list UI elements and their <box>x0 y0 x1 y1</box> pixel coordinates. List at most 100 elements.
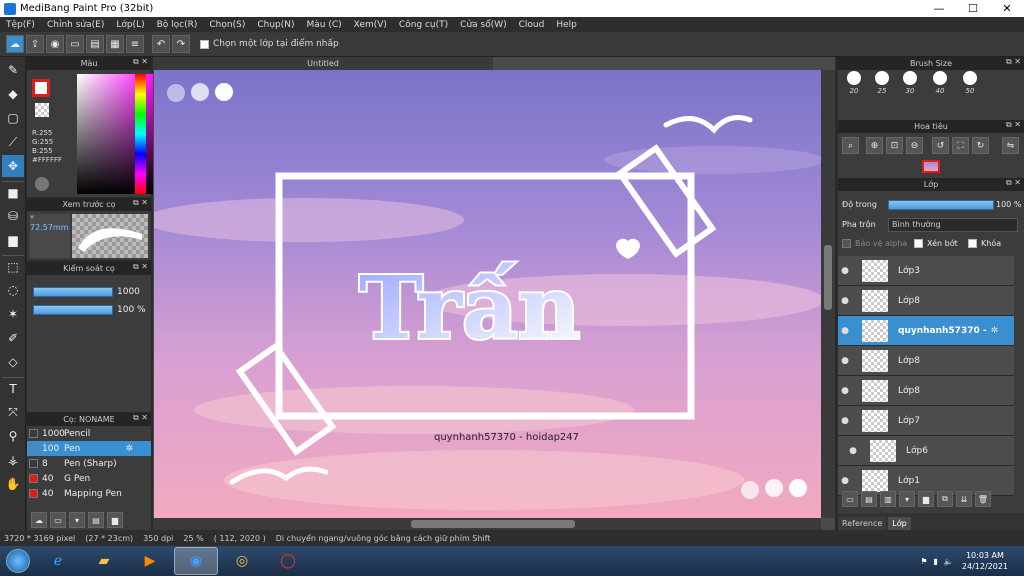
menu-color[interactable]: Màu (C) <box>301 20 348 30</box>
select-layer-on-click-checkbox[interactable]: Chọn một lớp tại điểm nhấp <box>200 39 339 49</box>
zoom-in-icon[interactable]: ⊕ <box>866 137 883 154</box>
flip-icon[interactable]: ⇋ <box>1002 137 1019 154</box>
cloud-brush-icon[interactable]: ☁ <box>31 512 47 528</box>
eye-icon[interactable]: ● <box>838 386 852 396</box>
divide-tool-icon[interactable]: ⤧ <box>2 401 24 423</box>
layer-row[interactable]: ● Lớp8 <box>838 286 1014 316</box>
eye-icon[interactable]: ● <box>846 446 860 456</box>
list-icon[interactable]: ≡ <box>126 35 144 53</box>
network-icon[interactable]: ▮ <box>934 557 938 566</box>
ie-icon[interactable]: ℯ <box>36 547 80 575</box>
menu-help[interactable]: Help <box>550 20 583 30</box>
fullscreen-icon[interactable]: ⛶ <box>952 137 969 154</box>
brush-size-slider[interactable] <box>33 287 113 297</box>
vertical-scrollbar[interactable] <box>821 70 835 518</box>
background-color-swatch[interactable] <box>35 103 49 117</box>
text-tool-icon[interactable]: T <box>2 377 24 399</box>
layer-row[interactable]: ● Lớp8 <box>838 346 1014 376</box>
layer-folder-icon[interactable]: ▆ <box>918 491 934 507</box>
panel-controls-icon[interactable]: ⧉ ✕ <box>1006 178 1021 188</box>
magic-wand-icon[interactable]: ✶ <box>2 303 24 325</box>
brush-opacity-slider[interactable] <box>33 305 113 315</box>
flag-icon[interactable]: ⚑ <box>920 557 927 566</box>
checkbox-box[interactable] <box>842 239 851 248</box>
menu-capture[interactable]: Chụp(N) <box>251 20 300 30</box>
media-player-icon[interactable]: ▶ <box>128 547 172 575</box>
select-tool-icon[interactable]: ⬚ <box>2 255 24 277</box>
gear-icon[interactable]: ✲ <box>125 444 133 454</box>
canvas[interactable]: Trấn quynhanh57370 - hoidap247 <box>154 70 821 518</box>
undo-icon[interactable]: ↶ <box>152 35 170 53</box>
brush-size-20[interactable]: 20 <box>840 71 868 101</box>
folder-icon[interactable]: ▆ <box>107 512 123 528</box>
brush-item[interactable]: 8 Pen (Sharp) <box>27 456 151 471</box>
horizontal-scrollbar[interactable] <box>153 518 821 530</box>
menu-tools[interactable]: Công cụ(T) <box>393 20 454 30</box>
new-halftone-layer-icon[interactable]: ▤ <box>861 491 877 507</box>
layer-row[interactable]: ● Lớp8 <box>838 376 1014 406</box>
eyedropper-icon[interactable]: ⚲ <box>2 425 24 447</box>
menu-window[interactable]: Cửa sổ(W) <box>454 20 512 30</box>
eye-icon[interactable]: ● <box>838 416 852 426</box>
rect-tool-icon[interactable]: ▢ <box>2 107 24 129</box>
panel-controls-icon[interactable]: ⧉ ✕ <box>133 57 148 67</box>
vertical-scroll-thumb[interactable] <box>824 245 832 310</box>
eye-icon[interactable]: ● <box>838 296 852 306</box>
brush-settings-icon[interactable]: ▤ <box>88 512 104 528</box>
checkbox-box[interactable] <box>968 239 977 248</box>
brush-item[interactable]: 100 Pen ✲ <box>27 441 151 456</box>
gradient-tool-icon[interactable]: ▆ <box>2 229 24 251</box>
menu-cloud[interactable]: Cloud <box>513 20 551 30</box>
menu-view[interactable]: Xem(V) <box>348 20 393 30</box>
select-eraser-icon[interactable]: ◇ <box>2 351 24 373</box>
blend-mode-select[interactable]: Bình thường <box>888 218 1018 232</box>
lock-checkbox[interactable]: Khóa <box>968 239 1001 248</box>
zoom-search-icon[interactable]: ⌕ <box>842 137 859 154</box>
eraser-tool-icon[interactable]: ◆ <box>2 83 24 105</box>
fit-icon[interactable]: ⊡ <box>886 137 903 154</box>
panel-controls-icon[interactable]: ⧉ ✕ <box>133 413 148 423</box>
add-layer-menu-icon[interactable]: ▾ <box>899 491 915 507</box>
tab-layers[interactable]: Lớp <box>888 517 911 530</box>
menu-file[interactable]: Tệp(F) <box>0 20 41 30</box>
new-layer-icon[interactable]: ▭ <box>842 491 858 507</box>
layer-row[interactable]: ● Lớp3 <box>838 256 1014 286</box>
bucket-tool-icon[interactable]: ⛁ <box>2 205 24 227</box>
rotate-right-icon[interactable]: ↻ <box>972 137 989 154</box>
gear-icon[interactable]: ✲ <box>991 326 999 336</box>
eye-icon[interactable]: ● <box>838 476 852 486</box>
delete-layer-icon[interactable]: 🗑 <box>975 491 991 507</box>
lasso-tool-icon[interactable]: ◌ <box>2 279 24 301</box>
color-wheel-icon[interactable] <box>35 177 49 191</box>
document-icon[interactable]: ▤ <box>86 35 104 53</box>
opera-icon[interactable]: ◯ <box>266 547 310 575</box>
panel-controls-icon[interactable]: ⧉ ✕ <box>133 262 148 272</box>
brush-item[interactable]: 40 G Pen <box>27 471 151 486</box>
line-tool-icon[interactable]: ⟋ <box>2 131 24 153</box>
dropper-icon[interactable]: ⚶ <box>2 449 24 471</box>
explorer-icon[interactable]: ▰ <box>82 547 126 575</box>
minimize-button[interactable]: — <box>922 0 956 17</box>
duplicate-layer-icon[interactable]: ⧉ <box>937 491 953 507</box>
panel-controls-icon[interactable]: ⧉ ✕ <box>1006 57 1021 67</box>
panel-controls-icon[interactable]: ⧉ ✕ <box>1006 120 1021 130</box>
merge-layer-icon[interactable]: ⇊ <box>956 491 972 507</box>
maximize-button[interactable]: ☐ <box>956 0 990 17</box>
menu-filter[interactable]: Bộ lọc(R) <box>151 20 204 30</box>
saturation-value-picker[interactable] <box>77 74 159 194</box>
foreground-color-swatch[interactable] <box>32 79 50 97</box>
redo-icon[interactable]: ↷ <box>172 35 190 53</box>
brush-size-25[interactable]: 25 <box>868 71 896 101</box>
fill-rect-tool-icon[interactable]: ■ <box>2 181 24 203</box>
cloud-icon[interactable]: ☁ <box>6 35 24 53</box>
eye-icon[interactable]: ● <box>838 326 852 336</box>
layer-opacity-slider[interactable] <box>888 200 994 210</box>
brush-item[interactable]: 40 Mapping Pen <box>27 486 151 501</box>
checkbox-box[interactable] <box>914 239 923 248</box>
close-button[interactable]: ✕ <box>990 0 1024 17</box>
eye-icon[interactable]: ● <box>838 266 852 276</box>
brush-size-50[interactable]: 50 <box>956 71 984 101</box>
page-icon[interactable]: ▭ <box>66 35 84 53</box>
export-icon[interactable]: ⇪ <box>26 35 44 53</box>
zoom-out-icon[interactable]: ⊖ <box>906 137 923 154</box>
